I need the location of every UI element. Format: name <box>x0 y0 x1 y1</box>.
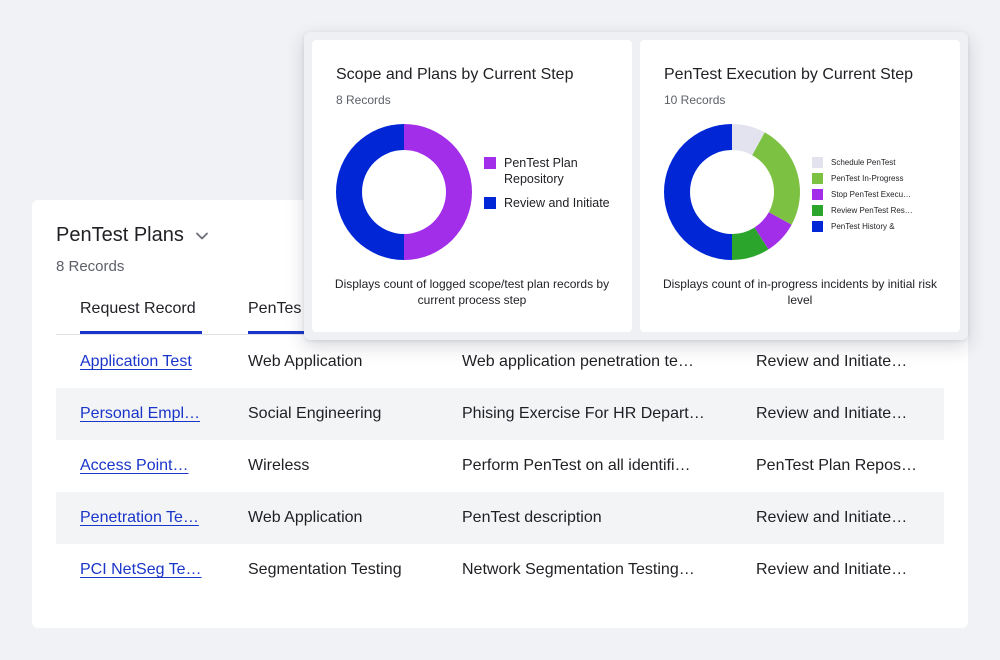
chart-record-count: 10 Records <box>664 93 726 107</box>
legend-item[interactable]: Stop PenTest Execu… <box>812 186 932 202</box>
execution-donut-chart[interactable] <box>664 124 800 260</box>
chart-title: PenTest Execution by Current Step <box>664 66 914 83</box>
request-record-link[interactable]: Application Test <box>80 353 210 371</box>
column-header-label: Request Record <box>80 300 196 317</box>
legend-label: PenTest History & <box>831 221 895 231</box>
legend-item[interactable]: Review PenTest Res… <box>812 202 932 218</box>
legend-label: PenTest Plan Repository <box>504 156 578 186</box>
legend-label: Review and Initiate <box>504 196 610 210</box>
list-title-group[interactable]: PenTest Plans <box>56 224 210 247</box>
pentest-type-cell: Social Engineering <box>248 405 382 422</box>
table-row[interactable]: Personal Empl… Social Engineering Phisin… <box>56 388 944 440</box>
table-row[interactable]: Penetration Te… Web Application PenTest … <box>56 492 944 544</box>
legend-swatch <box>484 197 496 209</box>
legend-label: Schedule PenTest <box>831 157 896 167</box>
legend-label: Stop PenTest Execu… <box>831 189 912 199</box>
legend-swatch <box>812 204 823 216</box>
column-header-label: PenTes <box>248 300 302 317</box>
description-cell: PenTest description <box>462 509 602 526</box>
donut-slice[interactable] <box>404 124 472 260</box>
donut-slice[interactable] <box>664 124 732 260</box>
legend-swatch <box>812 172 823 184</box>
request-record-link[interactable]: Access Point… <box>80 457 210 475</box>
pentest-type-cell: Web Application <box>248 509 363 526</box>
donut-slice[interactable] <box>752 132 800 225</box>
request-record-link[interactable]: Personal Empl… <box>80 405 210 423</box>
chart-legend: Schedule PenTest PenTest In-Progress Sto… <box>812 154 932 234</box>
current-step-cell: Review and Initiate… <box>756 509 908 526</box>
chart-title: Scope and Plans by Current Step <box>336 66 574 83</box>
legend-swatch <box>812 188 823 200</box>
table-row[interactable]: Application Test Web Application Web app… <box>56 336 944 388</box>
request-record-link[interactable]: Penetration Te… <box>80 509 210 527</box>
legend-label: Review PenTest Res… <box>831 205 913 215</box>
chevron-down-icon[interactable] <box>194 228 210 244</box>
description-cell: Web application penetration te… <box>462 353 694 370</box>
description-cell: Network Segmentation Testing… <box>462 561 695 578</box>
current-step-cell: PenTest Plan Repos… <box>756 457 917 474</box>
legend-item[interactable]: Review and Initiate <box>484 195 614 211</box>
scope-donut-chart[interactable] <box>336 124 472 260</box>
execution-chart-card[interactable]: PenTest Execution by Current Step 10 Rec… <box>640 40 960 332</box>
chart-description: Displays count of logged scope/test plan… <box>334 277 610 307</box>
chart-description: Displays count of in-progress incidents … <box>662 277 938 307</box>
records-table: Application Test Web Application Web app… <box>56 336 944 596</box>
table-row[interactable]: Access Point… Wireless Perform PenTest o… <box>56 440 944 492</box>
description-cell: Phising Exercise For HR Depart… <box>462 405 705 422</box>
donut-slice[interactable] <box>336 124 404 260</box>
pentest-type-cell: Web Application <box>248 353 363 370</box>
table-row[interactable]: PCI NetSeg Te… Segmentation Testing Netw… <box>56 544 944 596</box>
charts-panel: Scope and Plans by Current Step 8 Record… <box>304 32 968 340</box>
column-header-request-record[interactable]: Request Record <box>80 300 202 334</box>
legend-item[interactable]: Schedule PenTest <box>812 154 932 170</box>
chart-record-count: 8 Records <box>336 93 391 107</box>
legend-label: PenTest In-Progress <box>831 173 904 183</box>
legend-swatch <box>484 157 496 169</box>
list-record-count: 8 Records <box>56 258 125 275</box>
current-step-cell: Review and Initiate… <box>756 561 908 578</box>
legend-swatch <box>812 220 823 232</box>
legend-item[interactable]: PenTest Plan Repository <box>484 155 614 187</box>
pentest-type-cell: Segmentation Testing <box>248 561 402 578</box>
request-record-link[interactable]: PCI NetSeg Te… <box>80 561 210 579</box>
column-header-pentest-type[interactable]: PenTes <box>248 300 318 334</box>
current-step-cell: Review and Initiate… <box>756 353 908 370</box>
description-cell: Perform PenTest on all identifi… <box>462 457 691 474</box>
chart-legend: PenTest Plan Repository Review and Initi… <box>484 155 614 219</box>
scope-chart-card[interactable]: Scope and Plans by Current Step 8 Record… <box>312 40 632 332</box>
pentest-type-cell: Wireless <box>248 457 310 474</box>
current-step-cell: Review and Initiate… <box>756 405 908 422</box>
legend-swatch <box>812 156 823 168</box>
legend-item[interactable]: PenTest In-Progress <box>812 170 932 186</box>
list-title: PenTest Plans <box>56 224 184 246</box>
legend-item[interactable]: PenTest History & <box>812 218 932 234</box>
